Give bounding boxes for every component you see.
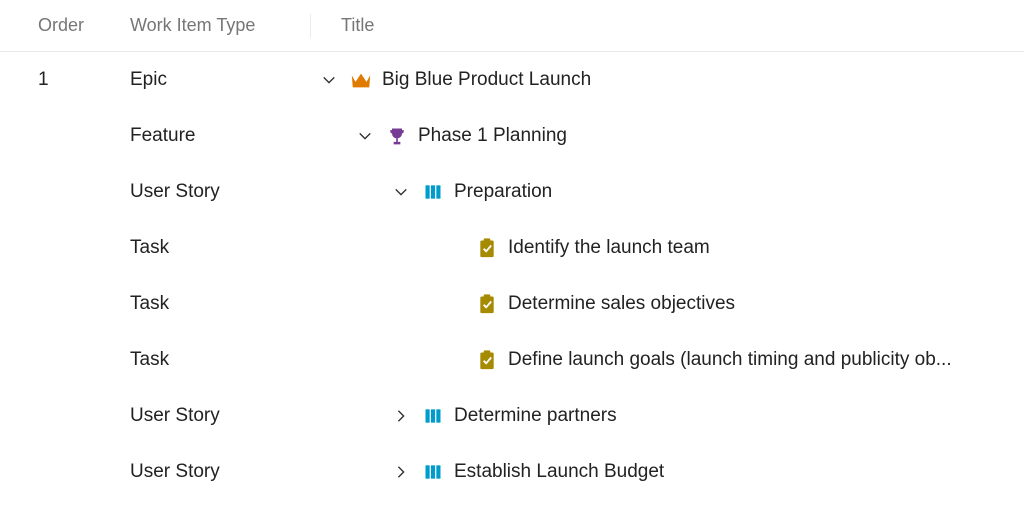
column-header-type[interactable]: Work Item Type [110,15,310,36]
chevron-down-icon[interactable] [388,179,414,205]
clipboard-icon [476,237,498,259]
table-row[interactable]: User Story Preparation [0,164,1024,220]
chevron-down-icon[interactable] [316,67,342,93]
title-cell: Identify the launch team [310,235,1024,261]
grid-body: 1Epic Big Blue Product Launch Feature Phase… [0,52,1024,500]
title-cell: Phase 1 Planning [310,123,1024,149]
work-item-title[interactable]: Determine partners [454,405,617,427]
table-row[interactable]: User Story Establish Launch Budget [0,444,1024,500]
type-cell: User Story [110,405,310,427]
type-cell: Task [110,237,310,259]
type-cell: User Story [110,181,310,203]
type-cell: User Story [110,461,310,483]
type-cell: Task [110,293,310,315]
work-item-title[interactable]: Establish Launch Budget [454,461,664,483]
work-item-title[interactable]: Identify the launch team [508,237,710,259]
title-cell: Determine partners [310,403,1024,429]
type-cell: Feature [110,125,310,147]
title-cell: Define launch goals (launch timing and p… [310,347,1024,373]
title-cell: Preparation [310,179,1024,205]
table-row[interactable]: 1Epic Big Blue Product Launch [0,52,1024,108]
book-icon [422,405,444,427]
title-cell: Establish Launch Budget [310,459,1024,485]
chevron-right-icon[interactable] [388,459,414,485]
column-header-title[interactable]: Title [310,14,1024,38]
book-icon [422,461,444,483]
work-item-title[interactable]: Determine sales objectives [508,293,735,315]
grid-header: Order Work Item Type Title [0,0,1024,52]
table-row[interactable]: Task Determine sales objectives [0,276,1024,332]
column-header-order[interactable]: Order [0,15,110,36]
title-cell: Determine sales objectives [310,291,1024,317]
chevron-down-icon[interactable] [352,123,378,149]
work-item-title[interactable]: Preparation [454,181,552,203]
clipboard-icon [476,293,498,315]
backlog-grid: Order Work Item Type Title 1Epic Big Blue… [0,0,1024,524]
work-item-title[interactable]: Define launch goals (launch timing and p… [508,349,952,371]
table-row[interactable]: Task Identify the launch team [0,220,1024,276]
table-row[interactable]: User Story Determine partners [0,388,1024,444]
title-cell: Big Blue Product Launch [310,67,1024,93]
work-item-title[interactable]: Phase 1 Planning [418,125,567,147]
table-row[interactable]: Task Define launch goals (launch timing a… [0,332,1024,388]
type-cell: Task [110,349,310,371]
work-item-title[interactable]: Big Blue Product Launch [382,69,591,91]
clipboard-icon [476,349,498,371]
crown-icon [350,69,372,91]
trophy-icon [386,125,408,147]
type-cell: Epic [110,69,310,91]
book-icon [422,181,444,203]
order-cell: 1 [0,69,110,91]
chevron-right-icon[interactable] [388,403,414,429]
table-row[interactable]: Feature Phase 1 Planning [0,108,1024,164]
